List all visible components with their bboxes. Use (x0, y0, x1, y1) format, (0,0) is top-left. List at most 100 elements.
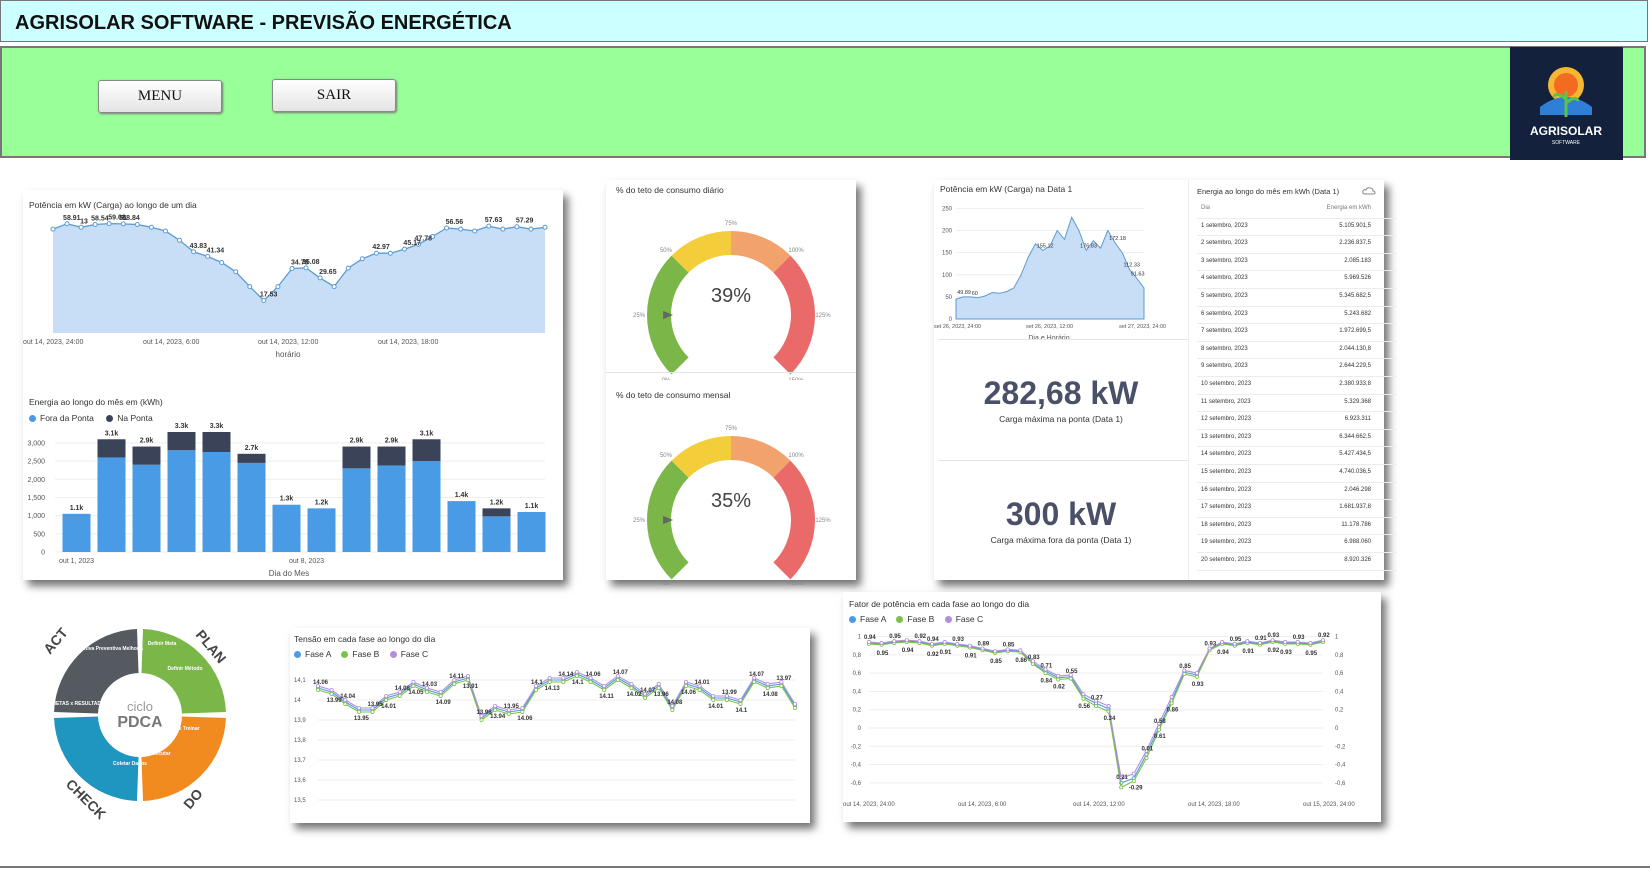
data-label: 0.61 (1154, 734, 1166, 740)
table-cell-energy: 5.105.901,5 (1339, 222, 1371, 229)
table-cell-day: 14 setembro, 2023 (1201, 451, 1252, 458)
x-tick-label: out 14, 2023, 6:00 (958, 802, 1007, 808)
pf-legend-dot-c (944, 616, 952, 624)
data-point (191, 249, 197, 255)
logo-text: AGRISOLAR (1530, 124, 1602, 138)
table-cell-day: 1 setembro, 2023 (1201, 222, 1248, 229)
data-point (561, 679, 566, 684)
table-cell-energy: 11.178.786 (1341, 521, 1371, 528)
bar-off-peak (377, 465, 406, 552)
data-point (670, 708, 675, 713)
bar-peak (412, 439, 441, 462)
gauge-segment (730, 231, 791, 273)
data-point (50, 226, 56, 232)
data-point (303, 265, 309, 271)
gauge-monthly-title: % do teto de consumo mensal (616, 390, 731, 400)
table-cell-day: 7 setembro, 2023 (1201, 328, 1248, 335)
table-row: 7 setembro, 2023 1.972.699,5 (1197, 323, 1397, 342)
bar-peak (132, 446, 161, 465)
data-point (904, 638, 909, 643)
x-tick-label: set 26, 2023, 12:00 (1026, 324, 1073, 330)
voltage-legend-dot-c (389, 651, 397, 659)
table-cell-day: 3 setembro, 2023 (1201, 257, 1248, 264)
bar-off-peak (167, 450, 196, 552)
x-tick-label: set 27, 2023, 24:00 (1119, 324, 1166, 330)
data-point (602, 683, 607, 688)
data-point (472, 228, 478, 234)
data-point (438, 689, 443, 694)
data-label: 0.93 (952, 637, 964, 643)
table-cell-day: 12 setembro, 2023 (1201, 416, 1252, 423)
voltage-legend-c: Fase C (400, 649, 429, 659)
agrisolar-logo: AGRISOLAR SOFTWARE (1510, 47, 1623, 160)
bar-off-peak (307, 508, 336, 552)
data-point (792, 702, 797, 707)
y-tick-label-left: 0,4 (853, 689, 862, 695)
x-tick-label: out 14, 2023, 24:00 (23, 339, 83, 346)
data-point (289, 265, 295, 271)
gauge-segment (671, 231, 732, 273)
bar-off-peak (517, 512, 546, 552)
pdca-step-label: Executar (149, 751, 170, 757)
data-label: 13.99 (722, 690, 738, 696)
data-point (205, 253, 211, 259)
table-cell-energy: 6.923.311 (1344, 416, 1371, 423)
data-label: 0.83 (1028, 655, 1040, 661)
data-label: 57.63 (485, 217, 503, 224)
data-point (942, 640, 947, 645)
data-label: 0.84 (1041, 678, 1053, 684)
x-tick-label: out 8, 2023 (289, 558, 324, 565)
bar-data-label: 1.4k (455, 492, 469, 499)
pdca-center-big: PDCA (117, 714, 163, 731)
gauge-tick-label: 125% (815, 313, 831, 319)
data-point (779, 683, 784, 688)
table-row: 11 setembro, 2023 5.329.368 (1197, 394, 1397, 413)
y-tick-label-left: 0 (858, 726, 862, 732)
data-label: 57.29 (516, 218, 534, 225)
data-label: -0.29 (1129, 785, 1143, 791)
y-tick-label: 0 (41, 550, 45, 557)
table-row: 1 setembro, 2023 5.105.901,5 (1197, 218, 1397, 237)
y-tick-label: 500 (33, 531, 45, 538)
data-label: 0.94 (1217, 650, 1229, 656)
data-point (261, 298, 267, 304)
data-label: 0.93 (1293, 635, 1305, 641)
exit-button[interactable]: SAIR (272, 79, 396, 112)
table-cell-day: 13 setembro, 2023 (1201, 433, 1252, 440)
gauge-tick-label: 25% (633, 313, 646, 319)
table-col-day: Dia (1201, 205, 1211, 211)
data-label: 58.91 (63, 215, 81, 222)
data-point (370, 710, 375, 715)
bar-data-label: 2.9k (350, 438, 364, 445)
y-tick-label-left: 0,2 (853, 708, 862, 714)
logo-subtext: SOFTWARE (1552, 140, 1581, 146)
y-tick-label: 100 (942, 273, 953, 279)
bar-data-label: 2.7k (245, 445, 259, 452)
data-point (520, 706, 525, 711)
y-tick-label-left: -0,4 (851, 763, 862, 769)
table-cell-energy: 4.740.036,5 (1339, 469, 1371, 475)
table-row: 12 setembro, 2023 6.923.311 (1197, 411, 1397, 430)
data-point (411, 683, 416, 688)
data-label: 0.21 (1116, 775, 1128, 781)
table-row: 15 setembro, 2023 4.740.036,5 (1197, 464, 1397, 483)
data-label: 14.11 (599, 694, 614, 700)
table-row: 16 setembro, 2023 2.046.298 (1197, 482, 1397, 501)
kpi-peak-label: Carga máxima na ponta (Data 1) (999, 414, 1123, 424)
menu-button[interactable]: MENU (98, 80, 222, 113)
data-point (967, 643, 972, 648)
bar-data-label: 3.1k (420, 430, 434, 437)
data-point (528, 226, 534, 232)
pf-legend-b: Fase B (907, 614, 935, 624)
gauge-daily-value: 39% (710, 285, 752, 307)
data-label: 14.05 (408, 690, 424, 696)
data-point (1169, 701, 1174, 706)
data-point (547, 679, 552, 684)
data-label: 91.63 (1131, 271, 1145, 277)
kpi-offpeak-value: 300 kW (1005, 496, 1117, 532)
cloud-download-icon[interactable] (1362, 186, 1376, 196)
y-tick-label-left: 0,8 (853, 653, 862, 659)
y-tick-label: 14 (294, 698, 301, 704)
y-tick-label: 13,9 (294, 718, 306, 724)
data-label: 155.12 (1037, 243, 1054, 249)
